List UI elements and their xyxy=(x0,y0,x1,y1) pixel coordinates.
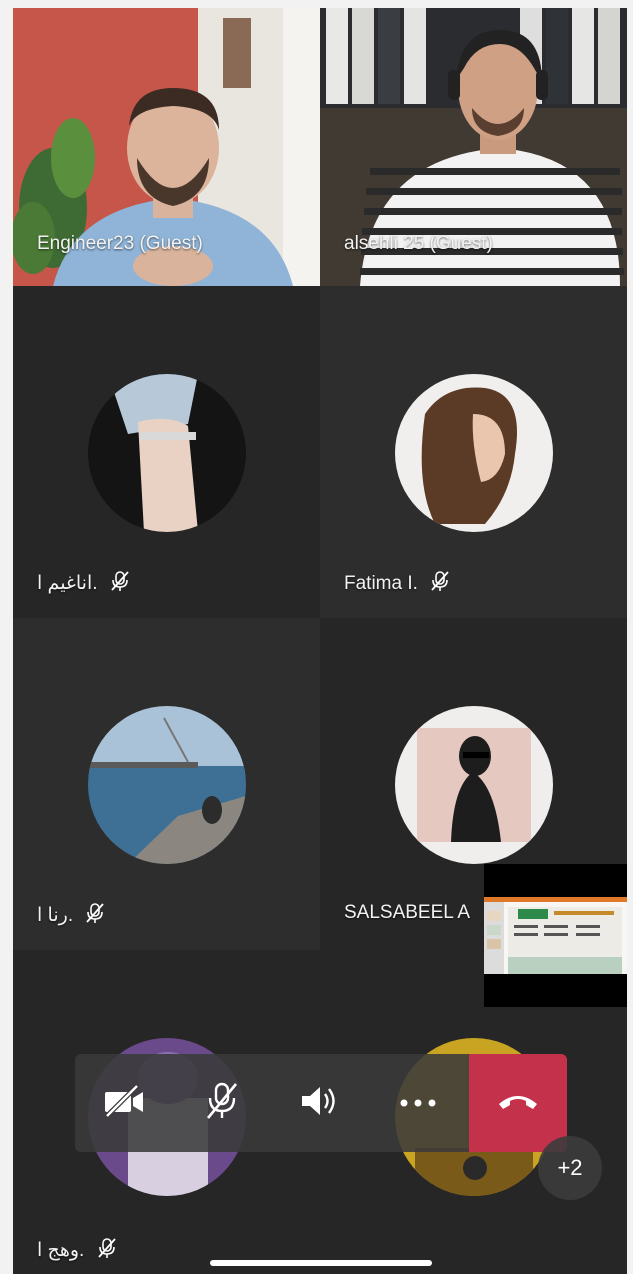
mic-toggle-button[interactable] xyxy=(173,1054,271,1152)
mic-off-icon xyxy=(204,1081,240,1126)
participant-name-row: Fatima I. xyxy=(344,570,451,598)
participant-name: اناغيم ا. xyxy=(37,573,98,595)
camera-toggle-button[interactable] xyxy=(75,1054,173,1152)
participant-tile-rana[interactable]: رنا ا. xyxy=(13,618,320,950)
video-tile-alsehli25[interactable]: alsehli 25 (Guest) xyxy=(320,8,627,286)
participant-tile-fatima[interactable]: Fatima I. xyxy=(320,286,627,618)
participant-tile-anaghim[interactable]: اناغيم ا. xyxy=(13,286,320,618)
mic-off-icon xyxy=(429,570,451,598)
participant-name: alsehli 25 (Guest) xyxy=(344,233,493,254)
presentation-slide xyxy=(484,897,627,974)
more-icon xyxy=(400,1094,436,1112)
meeting-screen: Engineer23 (Guest) alsehli 25 (Guest) ان… xyxy=(13,8,627,1274)
mic-off-icon xyxy=(109,570,131,598)
mic-off-icon xyxy=(84,902,106,930)
participant-name: رنا ا. xyxy=(37,905,74,927)
avatar xyxy=(88,374,246,532)
participant-name: Fatima I. xyxy=(344,573,418,595)
more-options-button[interactable] xyxy=(369,1054,467,1152)
participant-name: Engineer23 (Guest) xyxy=(37,233,203,254)
participant-name: SALSABEEL A xyxy=(344,902,471,923)
participant-name-row: اناغيم ا. xyxy=(37,570,131,598)
participant-name-row: وهج ا. xyxy=(37,1237,118,1265)
avatar xyxy=(88,706,246,864)
hang-up-button[interactable] xyxy=(469,1054,567,1152)
mic-off-icon xyxy=(96,1237,118,1265)
participant-name: وهج ا. xyxy=(37,1240,85,1262)
avatar xyxy=(395,374,553,532)
participant-name-row: رنا ا. xyxy=(37,902,106,930)
call-controls-bar xyxy=(75,1054,567,1152)
home-indicator[interactable] xyxy=(210,1260,432,1266)
more-participants-badge[interactable]: +2 xyxy=(538,1136,602,1200)
screen-share-thumbnail[interactable] xyxy=(484,864,627,1007)
video-tile-engineer23[interactable]: Engineer23 (Guest) xyxy=(13,8,320,286)
speaker-icon xyxy=(300,1084,340,1123)
camera-off-icon xyxy=(103,1083,145,1123)
hang-up-icon xyxy=(497,1092,539,1115)
avatar xyxy=(395,706,553,864)
speaker-button[interactable] xyxy=(271,1054,369,1152)
